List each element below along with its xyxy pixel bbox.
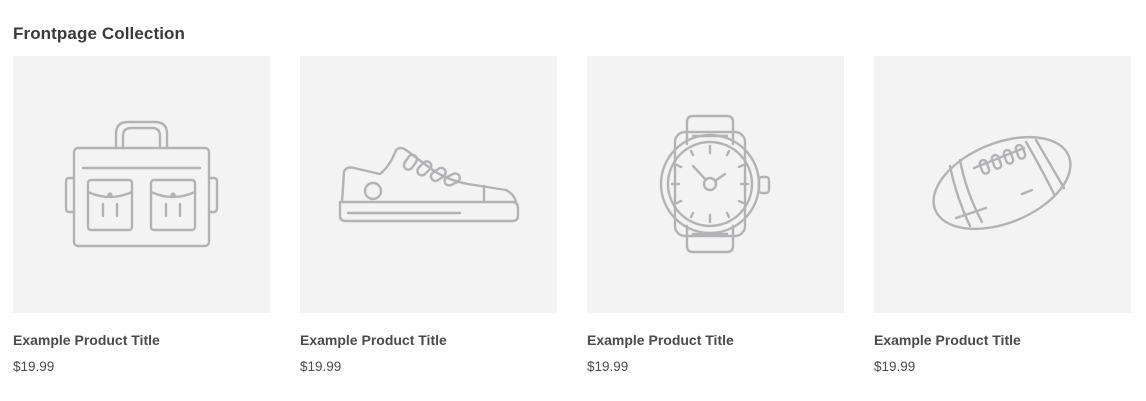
watch-icon — [659, 114, 771, 254]
section-title: Frontpage Collection — [13, 24, 185, 43]
product-price: $19.99 — [300, 359, 342, 374]
bag-icon — [64, 120, 219, 248]
product-card[interactable]: Example Product Title $19.99 — [874, 56, 1131, 376]
product-grid: Example Product Title $19.99 Example Pro… — [13, 56, 1131, 376]
sneaker-icon — [338, 146, 520, 223]
product-price: $19.99 — [13, 359, 55, 374]
product-image-placeholder[interactable] — [13, 56, 270, 313]
product-image-placeholder[interactable] — [874, 56, 1131, 313]
football-icon — [932, 135, 1072, 231]
product-title[interactable]: Example Product Title — [874, 331, 1131, 349]
page: Frontpage Collection Example Product Tit… — [0, 0, 1146, 401]
product-image-placeholder[interactable] — [587, 56, 844, 313]
product-title[interactable]: Example Product Title — [13, 331, 270, 349]
product-image-placeholder[interactable] — [300, 56, 557, 313]
product-price: $19.99 — [874, 359, 916, 374]
product-card[interactable]: Example Product Title $19.99 — [13, 56, 270, 376]
product-card[interactable]: Example Product Title $19.99 — [587, 56, 844, 376]
product-title[interactable]: Example Product Title — [587, 331, 844, 349]
product-price: $19.99 — [587, 359, 629, 374]
product-card[interactable]: Example Product Title $19.99 — [300, 56, 557, 376]
product-title[interactable]: Example Product Title — [300, 331, 557, 349]
